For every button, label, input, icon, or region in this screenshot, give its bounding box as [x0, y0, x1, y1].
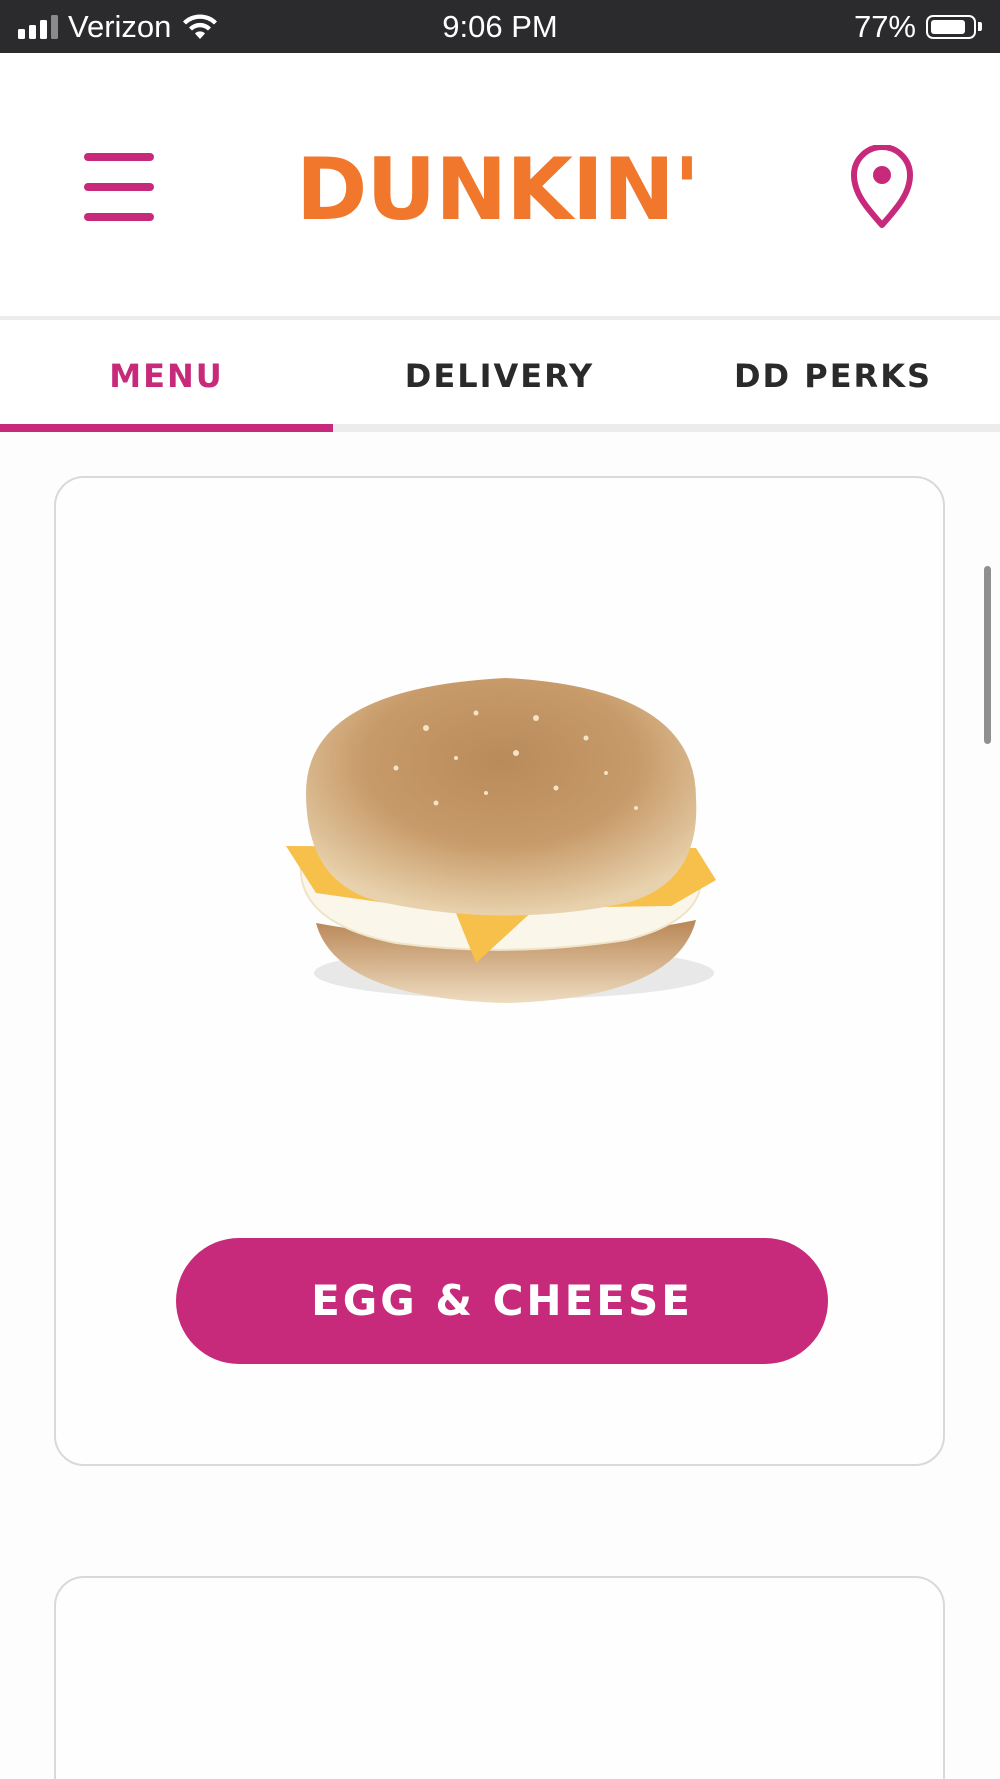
product-card[interactable]: EGG & CHEESE [54, 476, 945, 1466]
status-bar: Verizon 9:06 PM 77% [0, 0, 1000, 53]
battery-cap [978, 22, 982, 31]
egg-and-cheese-button[interactable]: EGG & CHEESE [176, 1238, 828, 1364]
egg-and-cheese-sandwich-image [286, 678, 716, 1003]
hamburger-menu-icon[interactable] [84, 153, 156, 223]
tab-active-indicator [0, 424, 333, 432]
dunkin-app-screen: Verizon 9:06 PM 77% DUNKIN' MENU DELIVER… [0, 0, 1000, 1779]
tab-delivery[interactable]: DELIVERY [333, 320, 666, 432]
app-header: DUNKIN' [0, 53, 1000, 317]
status-time: 9:06 PM [442, 9, 558, 44]
battery-group: 77% [854, 0, 982, 53]
battery-icon [926, 14, 976, 39]
location-pin-icon[interactable] [848, 145, 916, 229]
dunkin-logo: DUNKIN' [296, 140, 700, 240]
battery-percent: 77% [853, 8, 916, 44]
tab-menu[interactable]: MENU [0, 320, 333, 432]
scrollbar[interactable] [984, 566, 991, 744]
tab-bar: MENU DELIVERY DD PERKS [0, 320, 1000, 432]
tab-dd-perks[interactable]: DD PERKS [666, 320, 1000, 432]
product-card[interactable] [54, 1576, 945, 1779]
